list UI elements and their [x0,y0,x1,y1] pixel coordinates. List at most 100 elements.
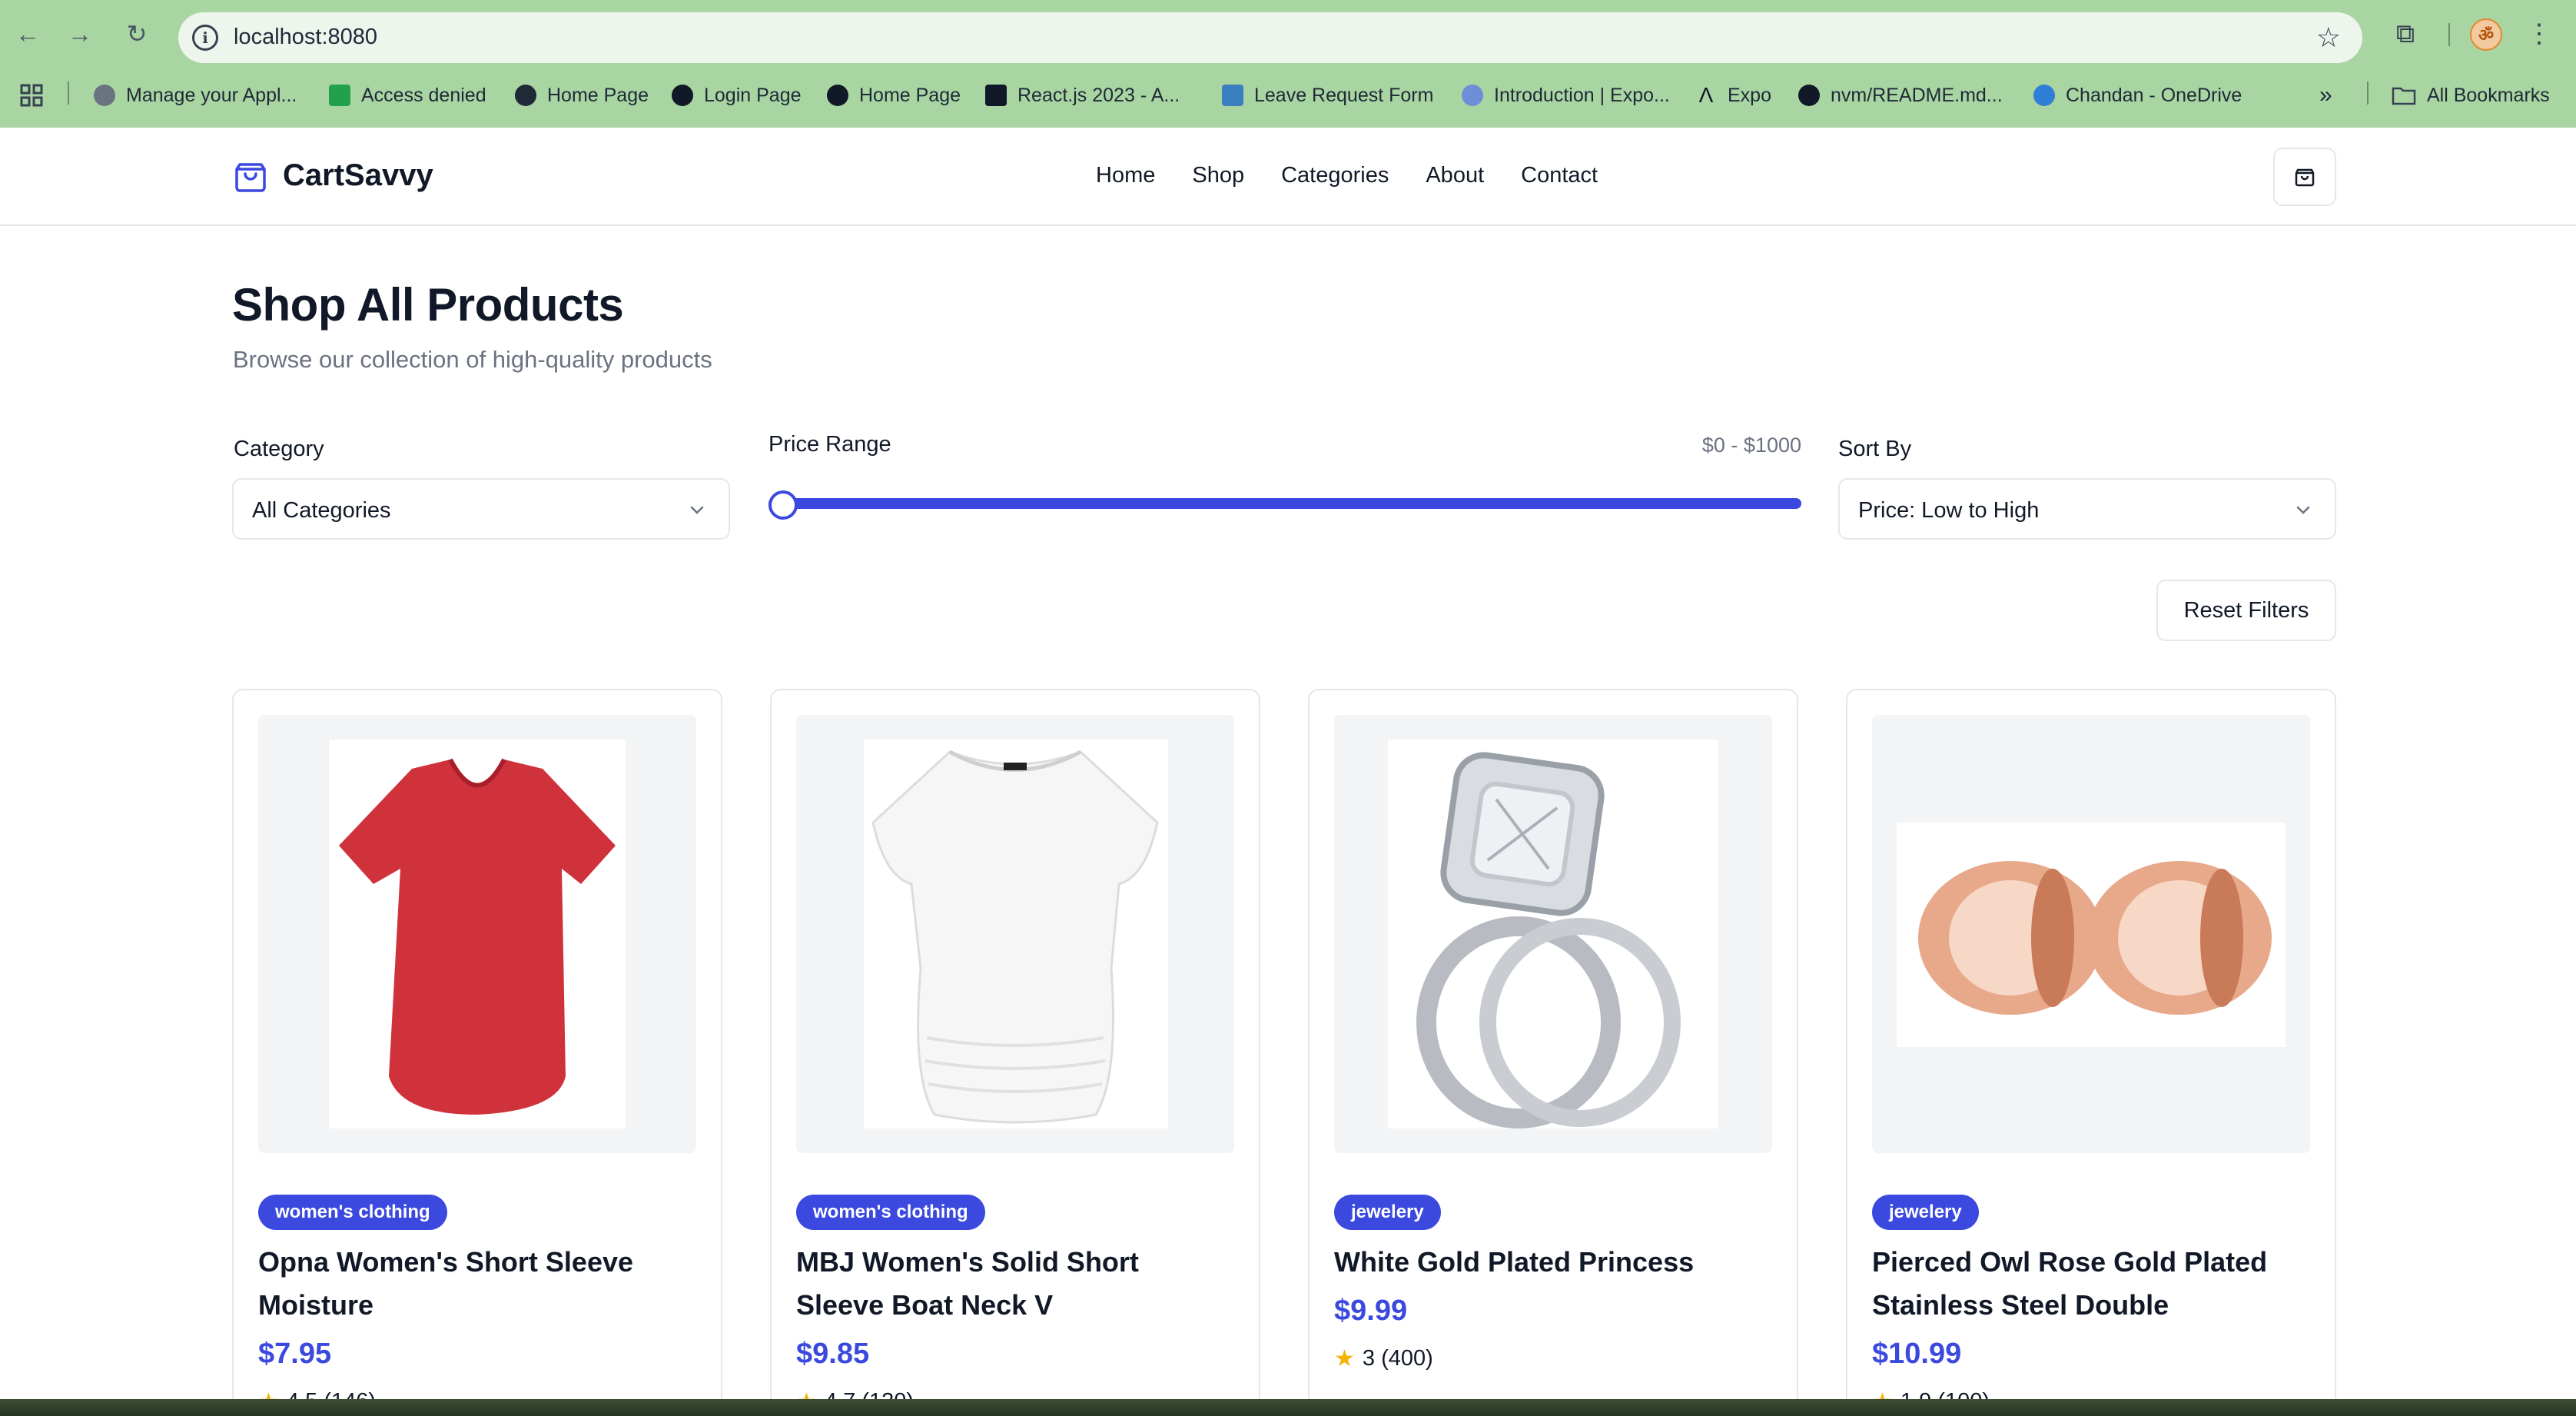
profile-avatar[interactable]: ॐ [2470,18,2502,51]
cloud-icon [2033,85,2055,106]
reset-filters-button[interactable]: Reset Filters [2156,580,2336,641]
bookmark-label: Introduction | Expo... [1494,84,1670,106]
product-image[interactable] [1872,715,2310,1153]
all-bookmarks-button[interactable]: All Bookmarks [2392,80,2550,111]
bookmark-item[interactable]: Leave Request Form [1222,80,1433,111]
plus-icon [329,85,350,106]
product-card[interactable]: jewelery White Gold Plated Princess $9.9… [1308,689,1798,1416]
category-select[interactable]: All Categories [232,478,730,540]
bookmark-item[interactable]: React.js 2023 - A... [985,80,1180,111]
bookmark-item[interactable]: Chandan - OneDrive [2033,80,2242,111]
all-bookmarks-label: All Bookmarks [2427,84,2550,106]
price-slider-track[interactable] [768,498,1801,509]
toolbar-divider [2448,23,2450,46]
address-bar[interactable]: i localhost:8080 ☆ [178,12,2362,63]
extensions-icon[interactable]: ⧉ [2387,15,2424,52]
bookmark-label: Home Page [859,84,961,106]
bookmark-item[interactable]: Home Page [827,80,961,111]
cart-button[interactable] [2273,148,2336,206]
apple-icon [94,85,115,106]
shopping-bag-icon [235,163,266,192]
product-price: $9.99 [1334,1295,1408,1327]
bookmark-item[interactable]: Login Page [672,80,802,111]
cart-bag-icon [2295,168,2315,187]
url-text[interactable]: localhost:8080 [234,25,377,50]
bookmark-label: nvm/README.md... [1831,84,2003,106]
brand-name: CartSavvy [283,158,433,192]
bookmark-label: Leave Request Form [1254,84,1434,106]
bookmark-item[interactable]: nvm/README.md... [1798,80,2003,111]
bookmarks-overflow-icon[interactable]: » [2319,80,2332,111]
category-badge: jewelery [1334,1195,1441,1230]
site-info-icon[interactable]: i [192,25,218,51]
bookmark-item[interactable]: Introduction | Expo... [1462,80,1670,111]
video-icon [985,85,1007,106]
nav-about[interactable]: About [1426,163,1484,188]
diamond-ring-image [1388,740,1718,1128]
bookmark-item[interactable]: Home Page [515,80,649,111]
github-icon [1798,85,1820,106]
bookmark-item[interactable]: Access denied [329,80,486,111]
product-image[interactable] [796,715,1234,1153]
product-price: $10.99 [1872,1338,1962,1370]
globe-icon [515,85,536,106]
reload-icon[interactable]: ↻ [121,18,152,49]
site-header: CartSavvy Home Shop Categories About Con… [0,128,2576,226]
star-icon: ★ [1334,1346,1355,1371]
price-range-value: $0 - $1000 [1701,434,1801,457]
back-icon[interactable]: ← [12,18,43,49]
product-price: $9.85 [796,1338,870,1370]
chevron-down-icon [2296,506,2310,514]
forward-icon[interactable]: → [65,18,95,49]
red-tshirt-image [329,740,626,1128]
product-title[interactable]: White Gold Plated Princess [1334,1241,1772,1284]
chevron-down-icon [690,506,704,514]
brand-logo-link[interactable]: CartSavvy [232,157,433,194]
apps-grid-icon[interactable] [20,80,43,111]
bookmark-item[interactable]: Manage your Appl... [94,80,297,111]
product-rating: ★ 3 (400) [1334,1345,1433,1372]
product-title[interactable]: MBJ Women's Solid Short Sleeve Boat Neck… [796,1241,1234,1327]
product-title[interactable]: Opna Women's Short Sleeve Moisture [258,1241,696,1327]
bookmark-label: Expo [1728,84,1771,106]
form-icon [1222,85,1243,106]
product-card[interactable]: women's clothing Opna Women's Short Slee… [232,689,722,1416]
nav-categories[interactable]: Categories [1281,163,1389,188]
white-top-image [864,740,1168,1128]
rating-count: (400) [1381,1346,1433,1371]
rating-value: 3 [1362,1346,1376,1371]
bookmarks-divider [2367,81,2369,105]
nav-home[interactable]: Home [1096,163,1155,188]
category-select-value: All Categories [252,498,391,523]
nav-contact[interactable]: Contact [1521,163,1598,188]
nav-shop[interactable]: Shop [1192,163,1244,188]
sort-select[interactable]: Price: Low to High [1838,478,2336,540]
bookmarks-bar: Manage your Appl... Access denied Home P… [0,74,2576,117]
expo-icon: Λ [1698,83,1714,107]
bookmark-label: Access denied [361,84,486,106]
bookmark-label: Chandan - OneDrive [2066,84,2242,106]
bookmark-label: React.js 2023 - A... [1017,84,1180,106]
folder-icon [2392,87,2416,105]
product-card[interactable]: women's clothing MBJ Women's Solid Short… [770,689,1260,1416]
product-image[interactable] [258,715,696,1153]
category-badge: women's clothing [796,1195,985,1230]
price-slider-thumb[interactable] [768,490,798,520]
sort-select-value: Price: Low to High [1858,498,2040,523]
bookmark-star-icon[interactable]: ☆ [2316,22,2341,54]
bookmark-label: Home Page [547,84,649,106]
page-subtitle: Browse our collection of high-quality pr… [233,346,712,373]
price-range-label: Price Range [768,432,891,457]
desktop-edge [0,1399,2576,1416]
page: CartSavvy Home Shop Categories About Con… [0,128,2576,1416]
product-image[interactable] [1334,715,1772,1153]
rose-gold-plugs-image [1897,823,2286,1047]
browser-toolbar: ← → ↻ i localhost:8080 ☆ ⧉ ॐ ⋮ [0,0,2576,65]
expo-icon [1462,85,1483,106]
product-title[interactable]: Pierced Owl Rose Gold Plated Stainless S… [1872,1241,2310,1327]
product-card[interactable]: jewelery Pierced Owl Rose Gold Plated St… [1846,689,2336,1416]
bookmark-item[interactable]: Λ Expo [1695,80,1771,111]
menu-kebab-icon[interactable]: ⋮ [2521,15,2558,52]
triangle-icon [672,85,693,106]
bookmark-label: Manage your Appl... [126,84,297,106]
